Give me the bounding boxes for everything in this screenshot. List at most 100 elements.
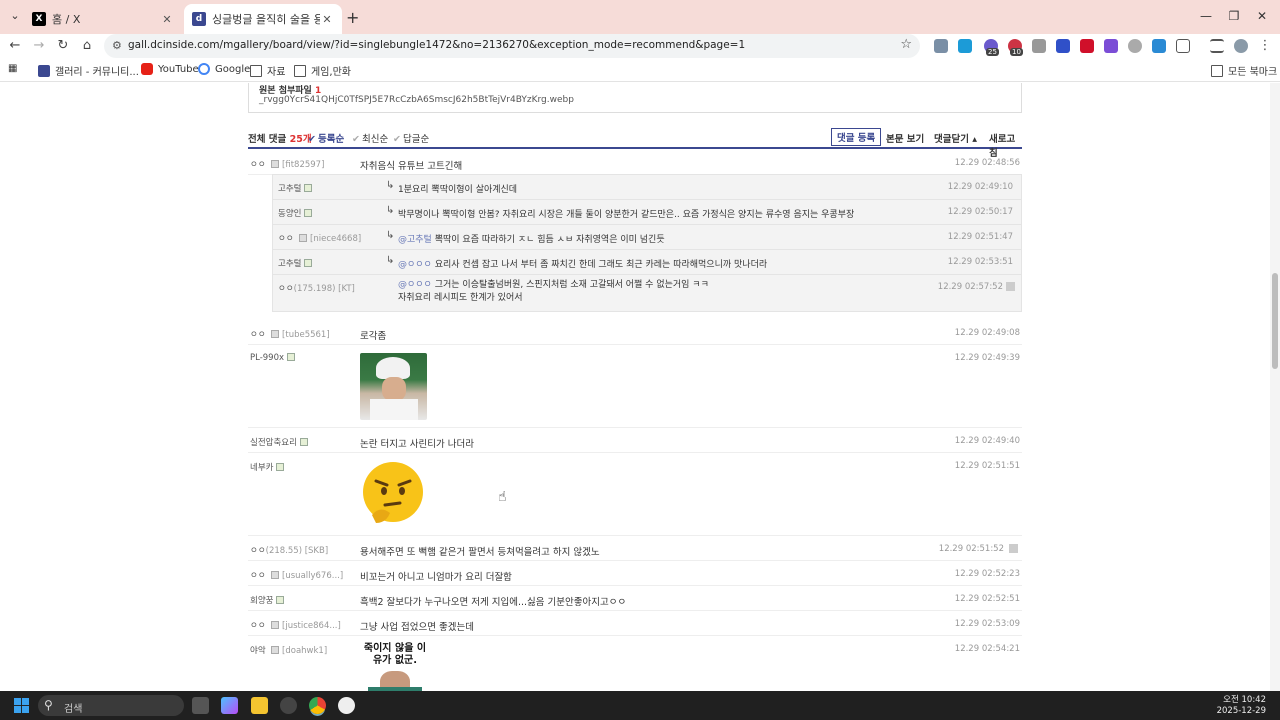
comment-image[interactable] <box>360 353 427 420</box>
extension-icon[interactable] <box>1080 39 1094 53</box>
copilot-icon[interactable] <box>221 697 238 714</box>
tab-x-home[interactable]: X 홈 / X ✕ <box>24 4 182 34</box>
face-shape <box>382 377 406 401</box>
profile-avatar[interactable] <box>1234 39 1248 53</box>
extension-icon[interactable] <box>1056 39 1070 53</box>
page-scrollbar[interactable] <box>1270 83 1280 691</box>
reply-nick[interactable]: 동양인 <box>278 207 313 219</box>
comment-nick[interactable]: 네부카 <box>250 461 285 473</box>
comment-text: 흑백2 잘보다가 누구나오면 저게 지입에...싫음 기분안좋아지고ㅇㅇ <box>360 597 627 608</box>
register-comment-button[interactable]: 댓글 등록 <box>831 128 882 146</box>
bookmark-folder[interactable]: 자료 <box>250 63 285 78</box>
reply-nick[interactable]: ㅇㅇ(175.198) [KT] <box>278 282 355 294</box>
thinking-face-emoji-icon[interactable] <box>360 461 426 527</box>
gallery-member-icon <box>271 571 280 579</box>
chrome-icon[interactable] <box>309 697 326 714</box>
menu-kebab-icon[interactable]: ⋮ <box>1256 37 1274 55</box>
reply-nick[interactable]: ㅇㅇ [niece4668] <box>278 232 361 244</box>
bookmark-label: 모든 북마크 <box>1228 67 1278 78</box>
reload-icon[interactable]: ↻ <box>54 37 72 55</box>
folder-icon <box>1211 64 1223 77</box>
comment-nick[interactable]: 야악 [doahwk1] <box>250 644 327 656</box>
app-icon[interactable] <box>280 697 297 714</box>
scrollbar-thumb[interactable] <box>1272 273 1278 369</box>
reply-nick[interactable]: 고추털 <box>278 257 313 269</box>
download-icon[interactable] <box>1152 39 1166 53</box>
comment-text: 비꼬는거 아니고 니엄마가 요리 더잘함 <box>360 572 512 583</box>
sort-registered[interactable]: ✔ 등록순 <box>308 131 344 145</box>
comment-nick[interactable]: 실전압축요리 <box>250 436 308 448</box>
back-icon[interactable]: ← <box>6 37 24 55</box>
comment-nick[interactable]: ㅇㅇ(218.55) [SKB] <box>250 544 328 556</box>
comment-image[interactable]: 죽이지 않을 이유가 없군. <box>360 641 430 691</box>
bookmark-label: YouTube <box>158 63 199 75</box>
system-clock[interactable]: 오전 10:42 2025-12-29 <box>1217 695 1266 717</box>
bookmark-star-icon[interactable]: ☆ <box>900 37 912 52</box>
comment-time: 12.29 02:49:40 <box>954 436 1020 446</box>
comment-nick[interactable]: 회양꿍 <box>250 594 285 606</box>
reply-mention: @ㅇㅇㅇ <box>398 260 432 270</box>
close-icon[interactable]: ✕ <box>160 13 174 26</box>
collapse-comments-button[interactable]: 댓글닫기 ▴ <box>934 131 977 145</box>
comment-text: 자취음식 유튜브 고트긴해 <box>360 161 463 172</box>
reply-nick[interactable]: 고추털 <box>278 182 313 194</box>
comment-row: ㅇㅇ [usually676...] 비꼬는거 아니고 니엄마가 요리 더잘함 … <box>248 562 1022 586</box>
comment-time: 12.29 02:48:56 <box>954 158 1020 168</box>
attachment-filename[interactable]: _rvgg0YcrS41QHjC0TfSPJ5E7RcCzbA6SmscJ62h… <box>259 95 574 105</box>
home-icon[interactable]: ⌂ <box>78 37 96 55</box>
reply-time: 12.29 02:51:47 <box>947 232 1013 242</box>
window-close-icon[interactable]: ✕ <box>1252 9 1272 23</box>
comment-nick[interactable]: ㅇㅇ [tube5561] <box>250 328 330 340</box>
comment-time: 12.29 02:53:09 <box>954 619 1020 629</box>
gallery-member-icon <box>271 330 280 338</box>
meme-caption: 죽이지 않을 이유가 없군. <box>363 643 427 666</box>
messenger-icon[interactable] <box>338 697 355 714</box>
reply-text: @ㅇㅇㅇ 그거는 이승탈출넘버원, 스핀지처럼 소재 고갈돼서 어쩔 수 없는거… <box>398 280 709 303</box>
media-control-icon[interactable] <box>1210 39 1224 53</box>
hand-cursor-icon: ☝ <box>498 489 507 505</box>
extension-icon[interactable] <box>1104 39 1118 53</box>
all-bookmarks-folder[interactable]: 모든 북마크 <box>1211 63 1277 78</box>
comment-time: 12.29 02:49:39 <box>954 353 1020 363</box>
sort-latest[interactable]: ✔ 최신순 <box>352 131 388 145</box>
file-explorer-icon[interactable] <box>251 697 268 714</box>
bookmark-youtube[interactable]: YouTube <box>141 63 199 75</box>
comment-nick[interactable]: ㅇㅇ [fit82597] <box>250 158 324 170</box>
reply-text: 박무명이나 뽁딱이형 안봄? 자취요리 시장은 개들 둘이 양분한거 같드만은.… <box>398 210 855 220</box>
url-text[interactable]: gall.dcinside.com/mgallery/board/view/?i… <box>128 39 745 51</box>
extension-icon[interactable] <box>1032 39 1046 53</box>
bookmark-dcinside[interactable]: 갤러리 - 커뮤니티... <box>38 63 139 78</box>
reply-row: 고추털 ↳ 1분요리 뽁딱이형이 살아계신데 12.29 02:49:10 <box>273 175 1021 200</box>
sort-replies[interactable]: ✔ 답글순 <box>393 131 429 145</box>
tab-dcinside[interactable]: d 싱글벙글 을직히 술을 용서해주... ✕ <box>184 4 342 34</box>
close-icon[interactable]: ✕ <box>320 13 334 26</box>
apps-grid-icon[interactable]: ▦ <box>8 63 17 74</box>
new-tab-button[interactable]: + <box>346 8 359 27</box>
tab-search-icon[interactable]: ⌄ <box>6 9 24 25</box>
windows-start-icon[interactable] <box>14 698 29 713</box>
bookmark-google[interactable]: Google <box>198 63 250 75</box>
task-view-icon[interactable] <box>192 697 209 714</box>
comment-nick[interactable]: ㅇㅇ [usually676...] <box>250 569 343 581</box>
fixed-nick-icon <box>304 184 313 192</box>
comment-nick[interactable]: PL-990x <box>250 353 296 363</box>
forward-icon[interactable]: → <box>30 37 48 55</box>
restore-icon[interactable]: ❐ <box>1224 9 1244 23</box>
view-body-button[interactable]: 본문 보기 <box>886 131 924 145</box>
minimize-icon[interactable]: — <box>1196 9 1216 23</box>
delete-icon[interactable] <box>1009 544 1018 553</box>
extension-icon[interactable] <box>958 39 972 53</box>
delete-icon[interactable] <box>1006 282 1015 291</box>
extension-icon[interactable] <box>1128 39 1142 53</box>
comment-text: 논란 터지고 사린티가 나더라 <box>360 439 474 450</box>
address-bar[interactable]: ⚙ gall.dcinside.com/mgallery/board/view/… <box>104 34 920 58</box>
site-info-icon[interactable]: ⚙ <box>112 39 122 52</box>
reply-text: @고추털 뽁딱이 요즘 따라하기 ㅈㄴ 힘듬 ㅅㅂ 자취영역은 이미 넘긴듯 <box>398 235 665 245</box>
extensions-puzzle-icon[interactable] <box>1176 39 1190 53</box>
browser-toolbar: ← → ↻ ⌂ ⚙ gall.dcinside.com/mgallery/boa… <box>0 34 1280 58</box>
taskbar-search[interactable]: ⚲ 검색 <box>38 695 184 716</box>
comment-nick[interactable]: ㅇㅇ [justice864...] <box>250 619 341 631</box>
bookmark-folder[interactable]: 게임,만화 <box>294 63 351 78</box>
comments-header: 전체 댓글 25개 ✔ 등록순 ✔ 최신순 ✔ 답글순 댓글 등록 본문 보기 댓글닫… <box>248 127 1022 159</box>
extension-icon[interactable] <box>934 39 948 53</box>
